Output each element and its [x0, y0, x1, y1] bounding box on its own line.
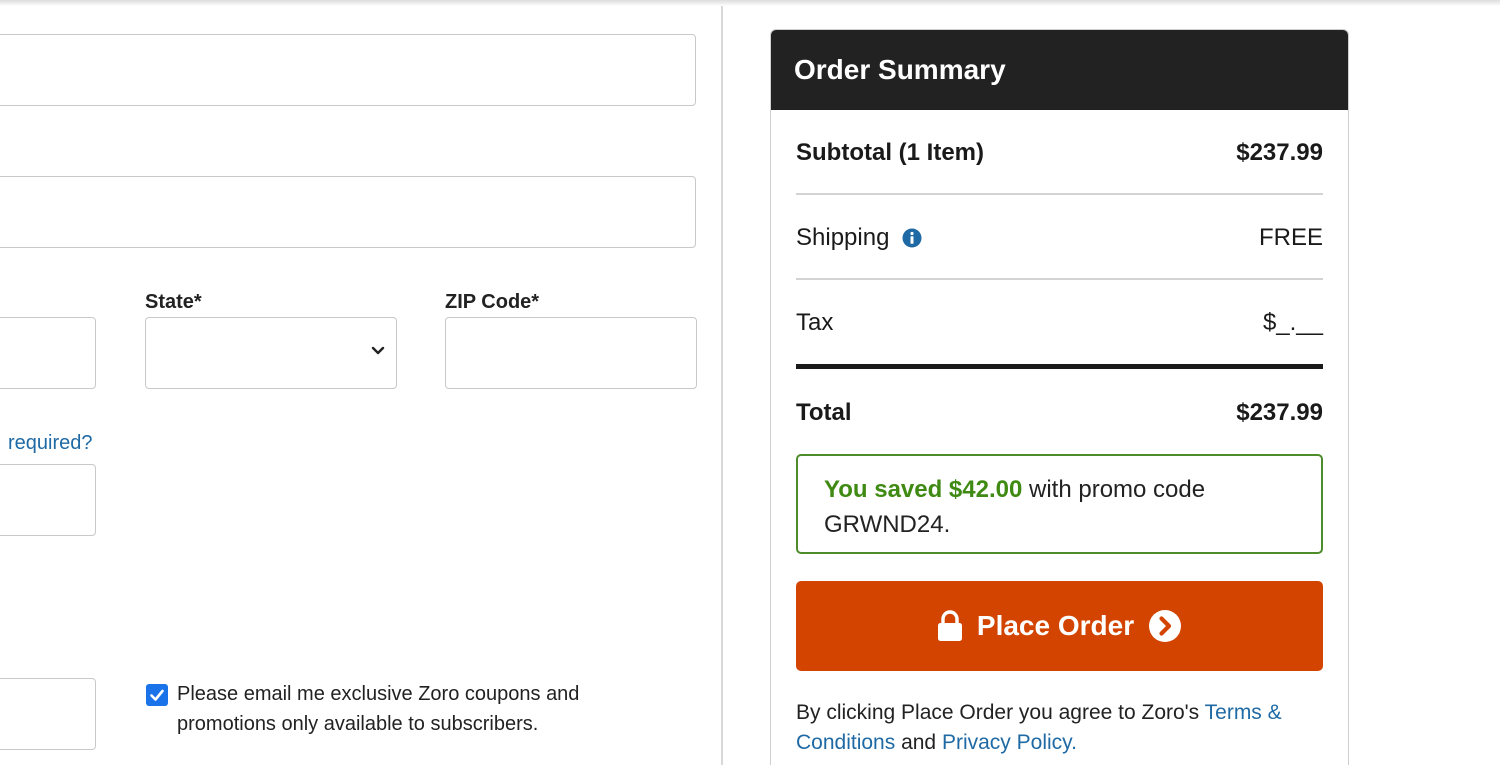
divider-line [796, 193, 1323, 195]
place-order-label: Place Order [976, 610, 1135, 641]
legal-and: and [895, 731, 942, 754]
info-icon[interactable] [902, 228, 922, 248]
tax-value: $_.__ [1262, 309, 1323, 336]
column-divider [721, 6, 723, 765]
promo-savings-box: You saved $42.00 with promo code GRWND24… [796, 454, 1323, 554]
chevron-right-circle-icon [1149, 610, 1182, 642]
total-row: Total $237.99 [796, 396, 1323, 430]
lock-icon [937, 610, 962, 641]
subtotal-row: Subtotal (1 Item) $237.99 [796, 136, 1323, 170]
email-opt-in-checkbox[interactable] [146, 684, 168, 706]
order-summary-title: Order Summary [771, 30, 1348, 110]
address-line-2-input[interactable] [0, 176, 696, 248]
zip-code-input[interactable] [445, 317, 697, 389]
subtotal-label: Subtotal (1 Item) [796, 139, 985, 166]
tax-label: Tax [796, 309, 834, 336]
promo-saved-amount: You saved $42.00 [824, 476, 1023, 503]
zip-code-label: ZIP Code* [445, 291, 540, 313]
divider-line [796, 278, 1323, 280]
city-input[interactable] [0, 317, 96, 389]
subtotal-value: $237.99 [1236, 139, 1323, 166]
privacy-policy-link[interactable]: Privacy Policy. [942, 731, 1077, 754]
email-input[interactable] [0, 678, 96, 750]
total-value: $237.99 [1236, 399, 1323, 426]
checkmark-icon [150, 689, 164, 701]
order-summary-panel: Order Summary Subtotal (1 Item) $237.99 … [770, 29, 1349, 765]
address-line-1-input[interactable] [0, 34, 696, 106]
total-label: Total [796, 399, 852, 426]
place-order-button[interactable]: Place Order [796, 581, 1323, 671]
top-edge-shadow [0, 0, 1500, 6]
state-label: State* [145, 291, 202, 313]
legal-agreement-text: By clicking Place Order you agree to Zor… [796, 698, 1326, 758]
state-select[interactable] [145, 317, 397, 389]
shipping-value: FREE [1258, 224, 1323, 251]
chevron-down-icon [371, 346, 385, 355]
total-divider-line [796, 364, 1323, 369]
shipping-label-group: Shipping [796, 224, 922, 252]
email-opt-in-label: Please email me exclusive Zoro coupons a… [177, 683, 580, 735]
tax-row: Tax $_.__ [796, 306, 1323, 340]
phone-input[interactable] [0, 464, 96, 536]
shipping-label: Shipping [796, 224, 890, 251]
legal-prefix: By clicking Place Order you agree to Zor… [796, 701, 1205, 724]
shipping-row: Shipping FREE [796, 221, 1323, 255]
why-required-link[interactable]: required? [8, 432, 93, 455]
